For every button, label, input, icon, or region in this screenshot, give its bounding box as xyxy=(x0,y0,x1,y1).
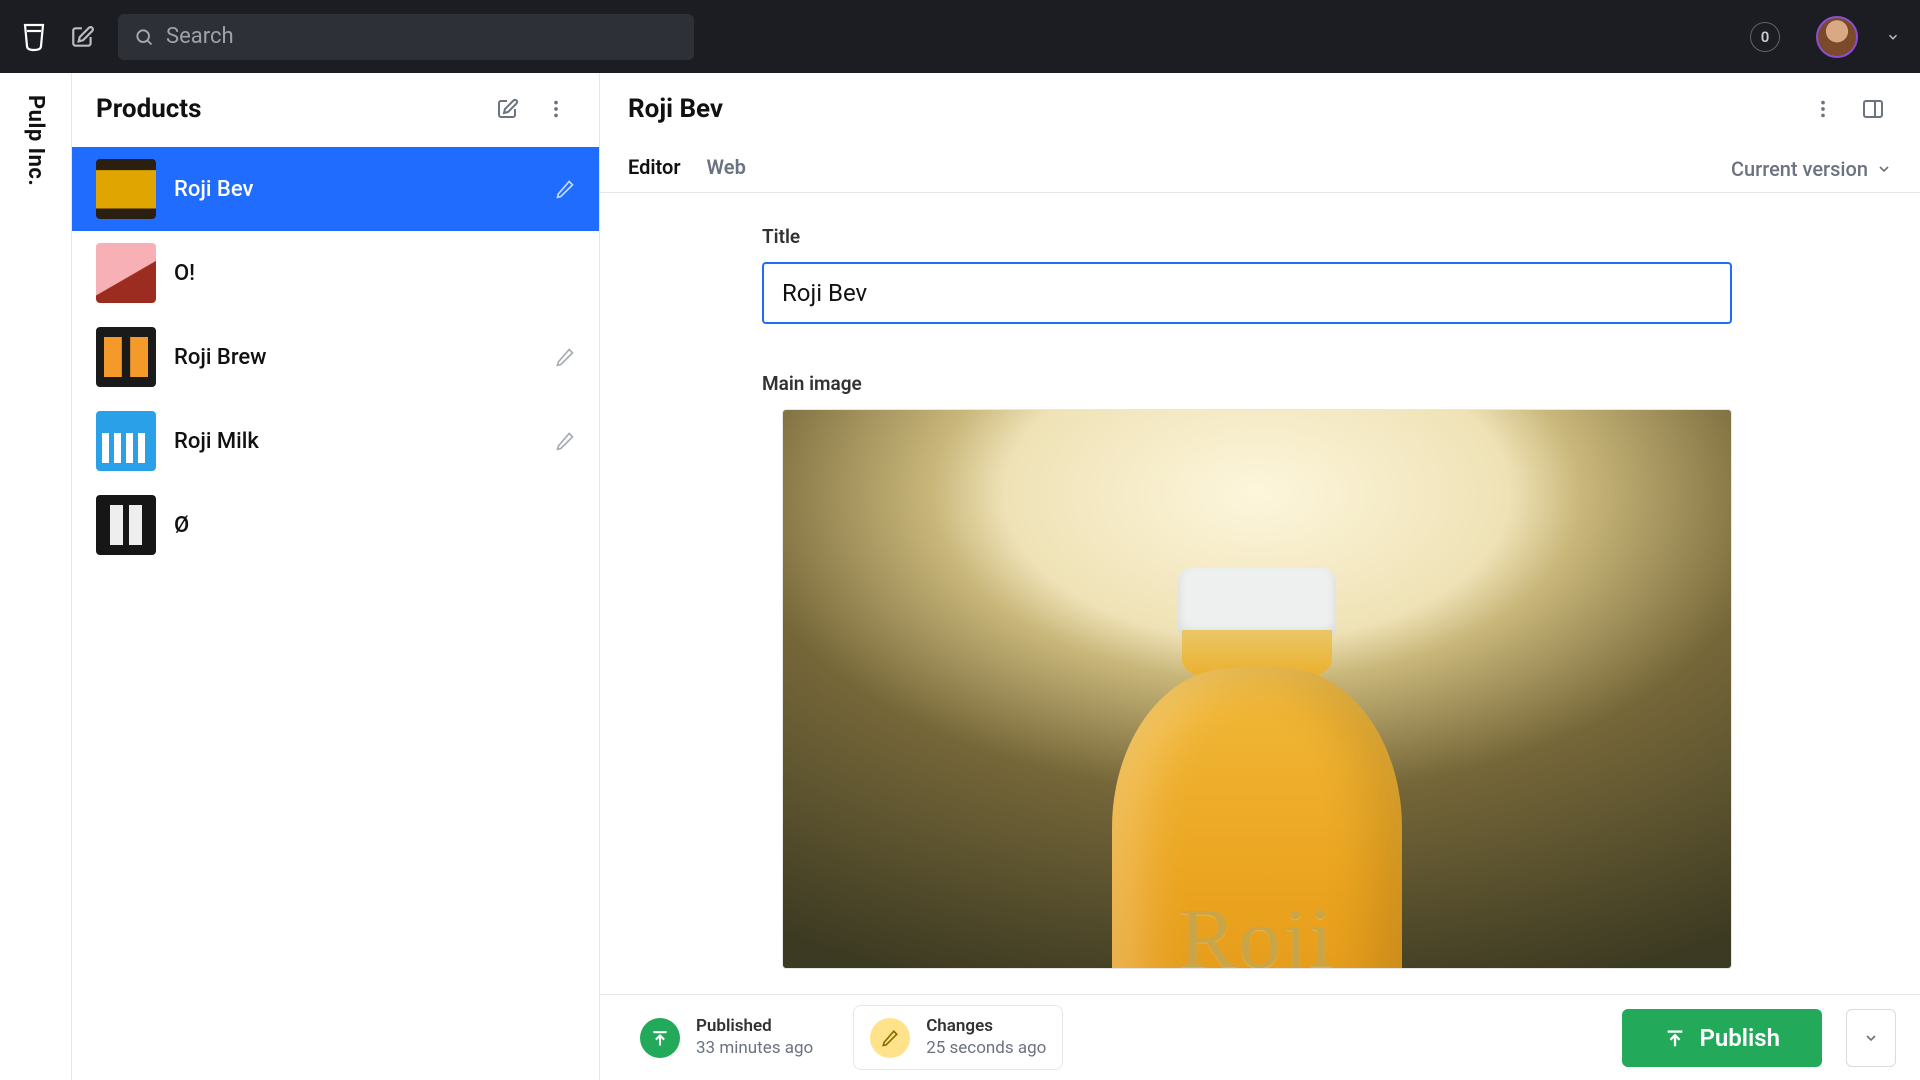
product-list: Roji Bev O! Roji Brew xyxy=(72,145,599,1080)
tab-web[interactable]: Web xyxy=(707,155,746,183)
tab-editor[interactable]: Editor xyxy=(628,155,681,183)
product-row[interactable]: Roji Bev xyxy=(72,147,599,231)
pencil-icon[interactable] xyxy=(555,431,575,451)
chevron-down-icon xyxy=(1863,1030,1879,1046)
search-input[interactable] xyxy=(166,24,678,49)
product-name: Roji Brew xyxy=(174,345,537,370)
product-name: Ø xyxy=(174,513,575,538)
pencil-icon[interactable] xyxy=(555,179,575,199)
product-name: O! xyxy=(174,261,575,286)
publish-label: Publish xyxy=(1700,1024,1781,1052)
main-image[interactable]: Roji xyxy=(782,409,1732,969)
new-document-icon[interactable] xyxy=(489,90,527,128)
user-avatar[interactable] xyxy=(1816,16,1858,58)
chevron-down-icon[interactable] xyxy=(1886,30,1900,44)
chevron-down-icon xyxy=(1876,161,1892,177)
app-logo-icon[interactable] xyxy=(20,23,48,51)
org-rail: Pulp Inc. xyxy=(0,73,72,1080)
split-pane-icon[interactable] xyxy=(1854,90,1892,128)
products-pane: Products Roji Bev xyxy=(72,73,600,1080)
notification-badge[interactable]: 0 xyxy=(1750,22,1780,52)
publish-more-button[interactable] xyxy=(1846,1009,1896,1067)
product-thumb xyxy=(96,159,156,219)
org-name[interactable]: Pulp Inc. xyxy=(23,95,48,186)
product-thumb xyxy=(96,327,156,387)
product-row[interactable]: Roji Milk xyxy=(72,399,599,483)
product-thumb xyxy=(96,411,156,471)
product-row[interactable]: Ø xyxy=(72,483,599,567)
changes-label: Changes xyxy=(926,1016,1046,1037)
pencil-icon xyxy=(870,1018,910,1058)
main-image-label: Main image xyxy=(762,372,1732,395)
publish-up-icon xyxy=(640,1018,680,1058)
search-icon xyxy=(134,27,154,47)
published-time: 33 minutes ago xyxy=(696,1038,813,1059)
global-search[interactable] xyxy=(118,14,694,60)
title-input[interactable] xyxy=(762,262,1732,324)
title-label: Title xyxy=(762,225,1732,248)
published-status[interactable]: Published 33 minutes ago xyxy=(624,1006,829,1069)
product-row[interactable]: O! xyxy=(72,231,599,315)
product-name: Roji Milk xyxy=(174,429,537,454)
publish-up-icon xyxy=(1664,1027,1686,1049)
product-thumb xyxy=(96,243,156,303)
status-bar: Published 33 minutes ago Changes 25 seco… xyxy=(600,994,1920,1080)
changes-time: 25 seconds ago xyxy=(926,1038,1046,1059)
editor-header: Roji Bev xyxy=(600,73,1920,145)
products-header: Products xyxy=(72,73,599,145)
product-image-content: Roji xyxy=(1107,568,1407,969)
changes-status[interactable]: Changes 25 seconds ago xyxy=(853,1005,1063,1070)
products-title: Products xyxy=(96,94,479,124)
version-picker[interactable]: Current version xyxy=(1731,157,1892,181)
version-label: Current version xyxy=(1731,157,1868,181)
pencil-icon[interactable] xyxy=(555,347,575,367)
product-thumb xyxy=(96,495,156,555)
publish-button[interactable]: Publish xyxy=(1622,1009,1823,1067)
editor-more-icon[interactable] xyxy=(1804,90,1842,128)
product-row[interactable]: Roji Brew xyxy=(72,315,599,399)
topbar: 0 xyxy=(0,0,1920,73)
published-label: Published xyxy=(696,1016,813,1037)
editor-tabs: Editor Web Current version xyxy=(600,145,1920,193)
form-area: Title Main image Roji xyxy=(600,193,1920,994)
list-more-icon[interactable] xyxy=(537,90,575,128)
editor-pane: Roji Bev Editor Web Current version xyxy=(600,73,1920,1080)
product-name: Roji Bev xyxy=(174,177,537,202)
compose-icon[interactable] xyxy=(70,24,96,50)
document-title: Roji Bev xyxy=(628,94,1792,124)
